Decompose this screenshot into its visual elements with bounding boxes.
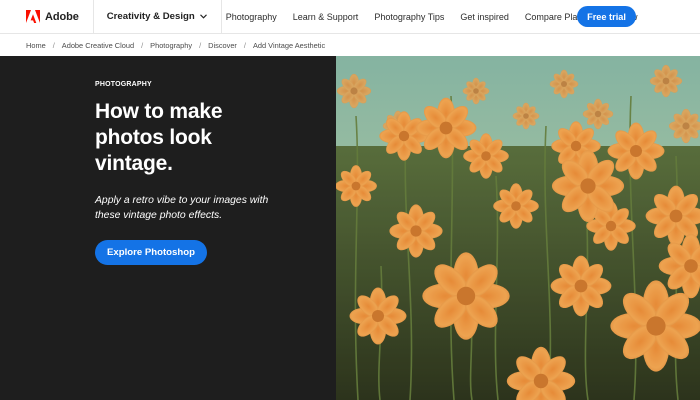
hero-subhead-line: these vintage photo effects. <box>95 210 223 221</box>
breadcrumb-home[interactable]: Home <box>26 41 46 50</box>
breadcrumb-current: Add Vintage Aesthetic <box>252 41 326 50</box>
nav-link-learn-support[interactable]: Learn & Support <box>285 12 367 22</box>
breadcrumb-creative-cloud[interactable]: Adobe Creative Cloud <box>62 41 134 50</box>
nav-link-get-inspired[interactable]: Get inspired <box>452 12 517 22</box>
hero-subhead-line: Apply a retro vibe to your images with <box>95 195 269 206</box>
adobe-brand-link[interactable]: Adobe <box>0 0 93 34</box>
chevron-down-icon <box>199 11 207 22</box>
nav-link-photography[interactable]: Photography <box>222 12 285 22</box>
free-trial-button[interactable]: Free trial <box>577 6 636 27</box>
nav-link-photography-tips[interactable]: Photography Tips <box>366 12 452 22</box>
brand-name: Adobe <box>45 10 79 23</box>
breadcrumb-separator: / <box>243 41 246 50</box>
hero-headline-line: How to make <box>95 100 223 123</box>
breadcrumb-separator: / <box>199 41 202 50</box>
hero-headline: How to make photos look vintage. <box>95 99 305 177</box>
breadcrumb: Home / Adobe Creative Cloud / Photograph… <box>0 35 700 56</box>
hero-eyebrow: PHOTOGRAPHY <box>95 81 152 88</box>
hero-headline-line: vintage. <box>95 152 173 175</box>
vintage-flowers-photo <box>336 56 700 400</box>
hero-headline-line: photos look <box>95 126 212 149</box>
explore-photoshop-button[interactable]: Explore Photoshop <box>95 240 207 265</box>
breadcrumb-separator: / <box>141 41 144 50</box>
breadcrumb-separator: / <box>52 41 55 50</box>
breadcrumb-discover[interactable]: Discover <box>208 41 237 50</box>
breadcrumb-photography[interactable]: Photography <box>150 41 192 50</box>
nav-category-label: Creativity & Design <box>106 11 195 22</box>
flowers-illustration <box>336 56 700 400</box>
global-nav: Adobe Creativity & Design Photography Le… <box>0 0 700 34</box>
nav-category-dropdown[interactable]: Creativity & Design <box>94 0 221 34</box>
hero-subhead: Apply a retro vibe to your images with t… <box>95 193 295 223</box>
adobe-logo-icon <box>26 10 40 23</box>
